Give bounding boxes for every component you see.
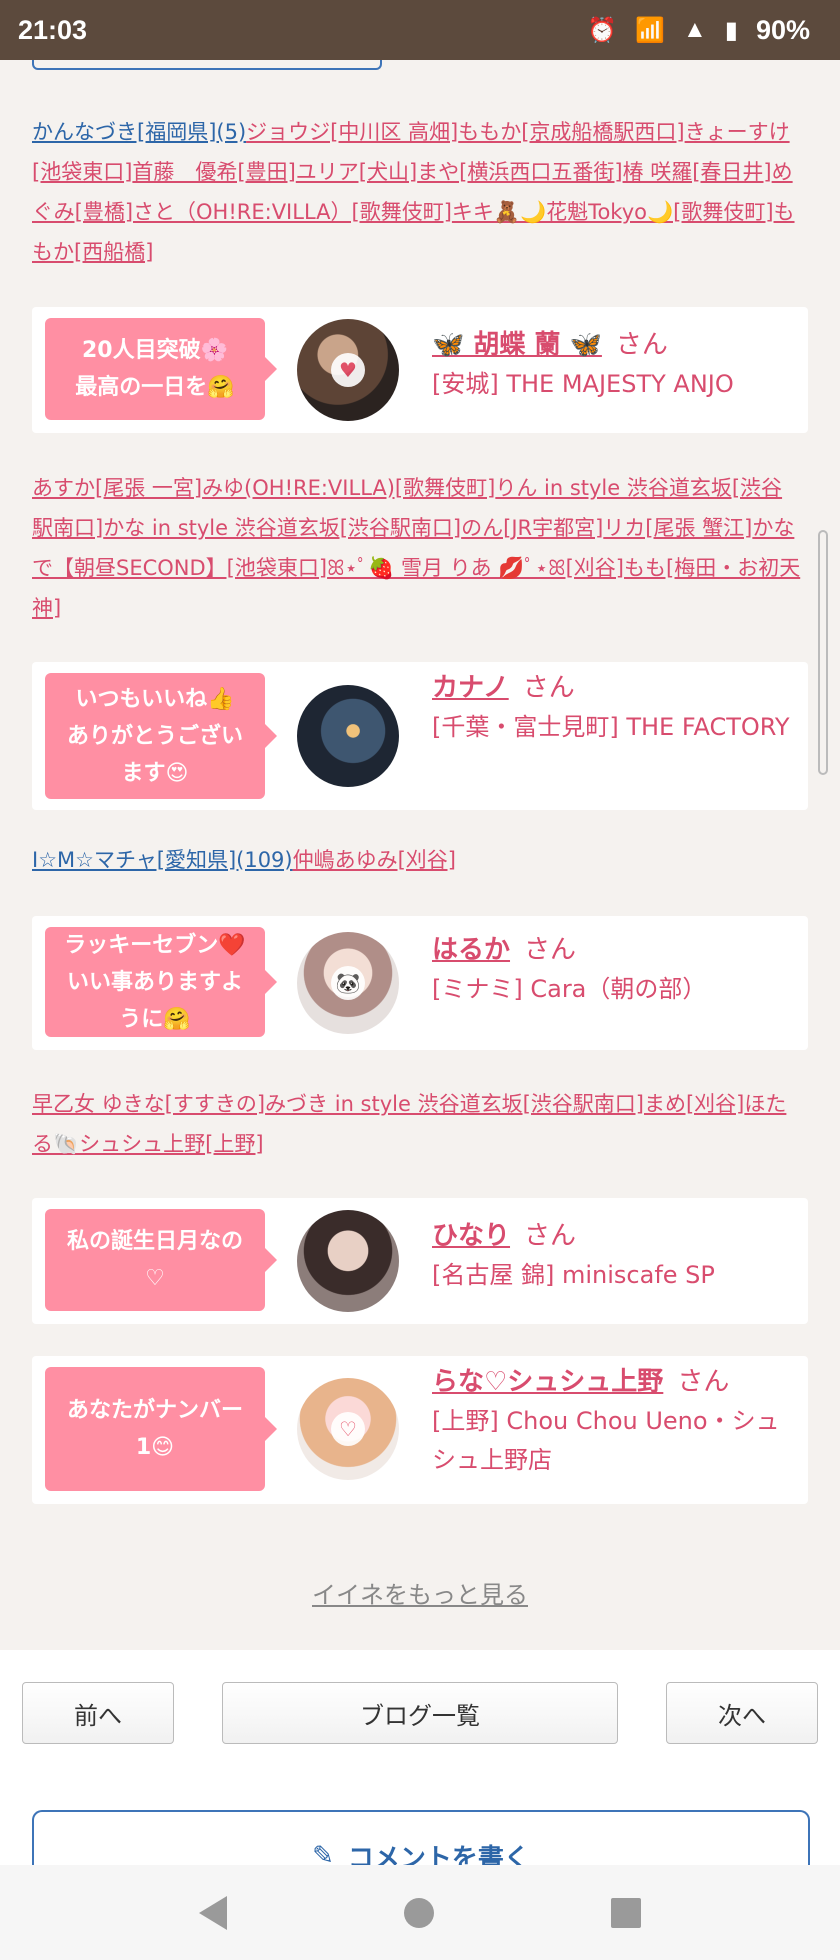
cast-info: はるか さん [ミナミ] Cara（朝の部）	[432, 930, 802, 1009]
scrollbar[interactable]	[818, 530, 828, 775]
liker-name-link[interactable]: キキ🧸🌙花魁Tokyo🌙[歌舞伎町]	[452, 200, 774, 224]
like-card: いつもいいね👍 ありがとうござい ます😍 カナノ さん [千葉・富士見町] THE…	[32, 662, 808, 810]
message-bubble: 私の誕生日月なの ♡	[45, 1209, 277, 1311]
liker-name-link[interactable]: 早乙女 ゆきな[すすきの]	[32, 1092, 265, 1116]
bubble-line: うに🤗	[119, 1006, 191, 1032]
shop-name: [上野] Chou Chou Ueno・シュシュ上野店	[432, 1407, 780, 1474]
panda-sticker-icon: 🐼	[331, 966, 365, 1000]
liker-name-link[interactable]: みづき in style 渋谷道玄坂[渋谷駅南口]	[265, 1092, 644, 1116]
battery-icon: ▮	[724, 16, 738, 44]
bubble-line: 20人目突破🌸	[81, 338, 228, 363]
battery-percent: 90%	[755, 14, 810, 45]
heart-sticker-icon: ♥	[331, 353, 365, 387]
liker-name-link[interactable]: 首藤 優希[豊田]	[132, 160, 295, 184]
liker-name-list: かんなづき[福岡県](5)ジョウジ[中川区 高畑]ももか[京成船橋駅西口]きょー…	[32, 112, 802, 272]
prev-button[interactable]: 前へ	[22, 1682, 174, 1744]
home-icon[interactable]	[403, 1897, 434, 1928]
honorific: さん	[615, 330, 668, 360]
system-nav-bar	[0, 1865, 840, 1960]
liker-name-link[interactable]: のん[JR宇都宮]	[461, 516, 603, 540]
liker-name-link[interactable]: ももか[京成船橋駅西口]	[458, 120, 684, 144]
honorific: さん	[524, 935, 577, 965]
wifi-icon: 📶	[635, 16, 665, 44]
status-icons: ⏰ 📶 ▲ ▮ 90%	[587, 15, 810, 46]
liker-name-link[interactable]: ユリア[犬山]	[296, 160, 417, 184]
liker-name-list: 早乙女 ゆきな[すすきの]みづき in style 渋谷道玄坂[渋谷駅南口]まめ…	[32, 1084, 802, 1164]
bubble-line: ♡	[145, 1266, 165, 1291]
cast-name-link[interactable]: 🦋 胡蝶 蘭 🦋	[432, 330, 602, 360]
liker-name-link[interactable]: リカ[尾張 蟹江]	[603, 516, 752, 540]
message-bubble: 20人目突破🌸 最高の一日を🤗	[45, 318, 277, 420]
see-more-likes-link[interactable]: イイネをもっと見る	[0, 1575, 840, 1610]
bubble-line: あなたがナンバー	[66, 1398, 243, 1423]
liker-name-list: あすか[尾張 一宮]みゆ(OH!RE:VILLA)[歌舞伎町]りん in sty…	[32, 468, 802, 628]
message-bubble: いつもいいね👍 ありがとうござい ます😍	[45, 673, 277, 799]
liker-name-link[interactable]: かんなづき[福岡県](5)	[32, 120, 246, 144]
like-card: ラッキーセブン❤️ いい事ありますよ うに🤗 🐼 はるか さん [ミナミ] Car…	[32, 916, 808, 1050]
cast-info: ひなり さん [名古屋 錦] miniscafe SP	[432, 1216, 802, 1295]
message-bubble: あなたがナンバー 1😊	[45, 1367, 277, 1491]
bubble-line: 最高の一日を🤗	[75, 375, 235, 400]
cast-name-link[interactable]: カナノ	[432, 673, 509, 703]
liker-name-link[interactable]: さと（OH!RE:VILLA）[歌舞伎町]	[133, 200, 452, 224]
previous-box-edge	[32, 60, 382, 70]
pagination-area: 前へ ブログ一覧 次へ ✎ コメントを書く	[0, 1650, 840, 1870]
liker-name-link[interactable]: ꕤ⋆ﾟ🍓 雪月 りあ 💋ﾟ⋆ꕤ[刈谷]	[327, 556, 624, 580]
honorific: さん	[524, 1221, 577, 1251]
shop-name: [ミナミ] Cara（朝の部）	[432, 975, 707, 1003]
signal-icon: ▲	[682, 16, 707, 43]
bubble-line: いつもいいね👍	[75, 686, 235, 712]
liker-name-link[interactable]: まや[横浜西口五番街]	[417, 160, 622, 184]
recent-apps-icon[interactable]	[611, 1897, 642, 1928]
shop-name: [千葉・富士見町] THE FACTORY	[432, 713, 790, 741]
message-bubble: ラッキーセブン❤️ いい事ありますよ うに🤗	[45, 927, 277, 1037]
cast-name-link[interactable]: らな♡シュシュ上野	[432, 1367, 663, 1397]
cast-info: カナノ さん [千葉・富士見町] THE FACTORY	[432, 668, 802, 747]
back-icon[interactable]	[198, 1895, 227, 1930]
bubble-line: 1😊	[135, 1435, 175, 1460]
cast-name-link[interactable]: はるか	[432, 935, 510, 965]
liker-name-link[interactable]: かな in style 渋谷道玄坂[渋谷駅南口]	[103, 516, 461, 540]
avatar[interactable]: 🐼	[297, 932, 399, 1034]
like-card: 私の誕生日月なの ♡ ひなり さん [名古屋 錦] miniscafe SP	[32, 1198, 808, 1324]
main-content: かんなづき[福岡県](5)ジョウジ[中川区 高畑]ももか[京成船橋駅西口]きょー…	[0, 60, 840, 1650]
alarm-icon: ⏰	[587, 16, 618, 44]
cast-name-link[interactable]: ひなり	[432, 1221, 510, 1251]
bubble-line: ありがとうござい	[66, 723, 243, 749]
status-time: 21:03	[18, 14, 88, 45]
bubble-line: ます😍	[121, 760, 189, 786]
avatar[interactable]	[297, 685, 399, 787]
liker-name-link[interactable]: まめ[刈谷]	[644, 1092, 744, 1116]
bubble-line: ラッキーセブン❤️	[64, 932, 246, 958]
heart-sticker-icon: ♡	[331, 1412, 365, 1446]
liker-name-link[interactable]: I☆M☆マチャ[愛知県](109)	[32, 848, 293, 872]
cast-info: 🦋 胡蝶 蘭 🦋 さん [安城] THE MAJESTY ANJO	[432, 325, 802, 404]
liker-name-link[interactable]: 仲嶋あゆみ[刈谷]	[293, 848, 456, 872]
avatar[interactable]: ♥	[297, 319, 399, 421]
bubble-line: いい事ありますよ	[66, 969, 243, 995]
avatar[interactable]	[297, 1210, 399, 1312]
liker-name-list: I☆M☆マチャ[愛知県](109)仲嶋あゆみ[刈谷]	[32, 840, 802, 880]
honorific: さん	[677, 1367, 730, 1397]
liker-name-link[interactable]: ジョウジ[中川区 高畑]	[246, 120, 458, 144]
liker-name-link[interactable]: 椿 咲羅[春日井]	[623, 160, 772, 184]
shop-name: [安城] THE MAJESTY ANJO	[432, 370, 734, 398]
shop-name: [名古屋 錦] miniscafe SP	[432, 1261, 715, 1289]
like-card: 20人目突破🌸 最高の一日を🤗 ♥ 🦋 胡蝶 蘭 🦋 さん [安城] THE MA…	[32, 307, 808, 433]
blog-list-button[interactable]: ブログ一覧	[222, 1682, 618, 1744]
liker-name-link[interactable]: みゆ(OH!RE:VILLA)[歌舞伎町]	[202, 476, 495, 500]
avatar[interactable]: ♡	[297, 1378, 399, 1480]
liker-name-link[interactable]: あすか[尾張 一宮]	[32, 476, 202, 500]
honorific: さん	[522, 673, 575, 703]
write-comment-button[interactable]: ✎ コメントを書く	[32, 1810, 810, 1870]
bubble-line: 私の誕生日月なの	[66, 1229, 243, 1254]
next-button[interactable]: 次へ	[666, 1682, 818, 1744]
status-bar: 21:03 ⏰ 📶 ▲ ▮ 90%	[0, 0, 840, 60]
like-card: あなたがナンバー 1😊 ♡ らな♡シュシュ上野 さん [上野] Chou Chou…	[32, 1356, 808, 1504]
cast-info: らな♡シュシュ上野 さん [上野] Chou Chou Ueno・シュシュ上野店	[432, 1362, 802, 1480]
